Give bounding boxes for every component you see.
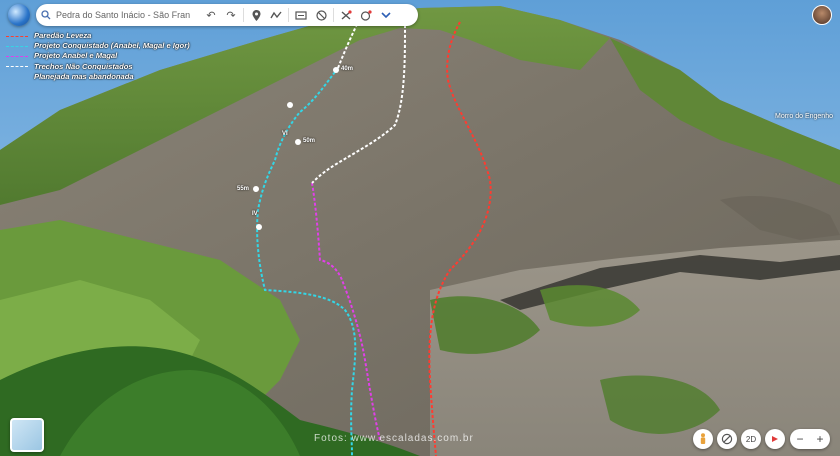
compass-icon[interactable] xyxy=(717,429,737,449)
search-input[interactable]: Pedra do Santo Inácio - São Fran xyxy=(56,7,201,23)
pin-icon[interactable] xyxy=(246,6,266,24)
legend-swatch-cyan xyxy=(6,45,28,47)
marker-label-iv: IV xyxy=(252,211,258,217)
redo-icon[interactable]: ↷ xyxy=(221,6,241,24)
undo-icon[interactable]: ↶ xyxy=(201,6,221,24)
map-legend: Paredão Leveza Projeto Conquistado (Anab… xyxy=(6,31,190,82)
measure-icon[interactable] xyxy=(311,6,331,24)
voyager-icon[interactable] xyxy=(356,6,376,24)
overlay-icon[interactable] xyxy=(291,6,311,24)
marker-label-40m: 40m xyxy=(341,66,354,72)
path-icon[interactable] xyxy=(266,6,286,24)
tilt-icon[interactable] xyxy=(765,429,785,449)
toolbar-divider xyxy=(243,8,244,22)
legend-label: Paredão Leveza xyxy=(34,31,92,40)
legend-swatch-none xyxy=(6,76,28,77)
legend-label: Trechos Não Conquistados xyxy=(34,61,133,71)
place-label: Morro do Engenho xyxy=(775,113,833,120)
legend-item-planejada-abandonada: Planejada mas abandonada xyxy=(6,72,190,82)
watermark: Fotos: www.escaladas.com.br xyxy=(314,433,474,444)
marker-label-50m: 50m xyxy=(303,138,316,144)
zoom-control: − + xyxy=(790,429,830,449)
legend-swatch-magenta xyxy=(6,55,28,57)
legend-item-trechos-nao-conquistados: Trechos Não Conquistados xyxy=(6,62,190,72)
search-icon[interactable] xyxy=(36,6,56,24)
marker-label-vi: VI xyxy=(282,131,288,137)
legend-item-paredao-leveza: Paredão Leveza xyxy=(6,31,190,41)
legend-label: Projeto Conquistado (Anabel, Magal e Igo… xyxy=(34,41,190,51)
view-2d-button[interactable]: 2D xyxy=(741,429,761,449)
marker-label-55m: 55m xyxy=(237,186,250,192)
toolbar-divider xyxy=(288,8,289,22)
pegman-icon[interactable] xyxy=(693,429,713,449)
legend-label: Projeto Anabel e Magal xyxy=(34,51,118,61)
toolbar: Pedra do Santo Inácio - São Fran ↶ ↷ xyxy=(36,4,418,26)
legend-swatch-red xyxy=(6,35,28,37)
map-style-thumbnail[interactable] xyxy=(10,418,44,452)
zoom-out-button[interactable]: − xyxy=(796,432,803,446)
earth-logo-icon[interactable] xyxy=(8,4,30,26)
legend-swatch-white xyxy=(6,66,28,68)
legend-label: Planejada mas abandonada xyxy=(34,71,134,81)
legend-item-projeto-conquistado: Projeto Conquistado (Anabel, Magal e Igo… xyxy=(6,41,190,51)
layers-icon[interactable] xyxy=(336,6,356,24)
zoom-in-button[interactable]: + xyxy=(816,432,823,446)
toolbar-divider xyxy=(333,8,334,22)
chevron-down-icon[interactable] xyxy=(376,6,396,24)
legend-item-projeto-anabel-magal: Projeto Anabel e Magal xyxy=(6,51,190,61)
avatar[interactable] xyxy=(812,5,832,25)
